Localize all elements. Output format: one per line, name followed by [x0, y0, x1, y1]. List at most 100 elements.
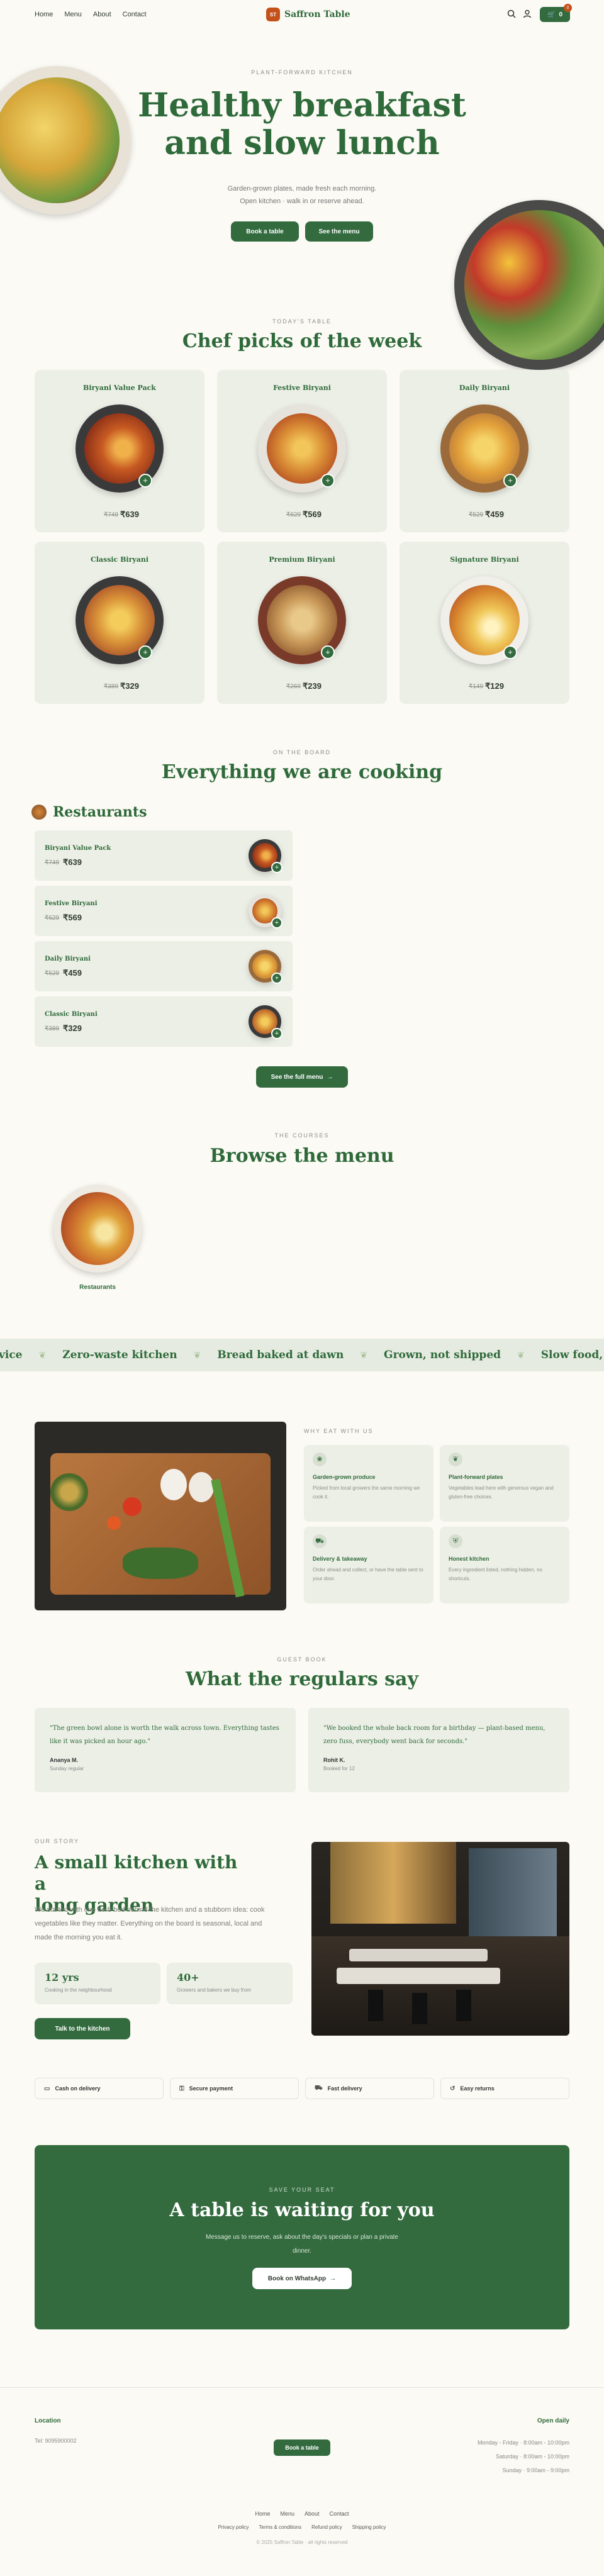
delivery-icon: ⛟ — [313, 1534, 327, 1548]
restaurants-thumb-icon — [31, 805, 47, 820]
cta-panel: SAVE YOUR SEAT A table is waiting for yo… — [35, 2145, 569, 2329]
brand[interactable]: ST Saffron Table — [266, 8, 350, 21]
marquee-item: Grown, not shipped — [384, 1349, 501, 1361]
footer-link-home[interactable]: Home — [255, 2511, 270, 2517]
footer-links: Home Menu About Contact — [0, 2511, 604, 2517]
board-item[interactable]: Festive Biryani ₹629 ₹569 + — [35, 886, 293, 936]
hero: PLANT-FORWARD KITCHEN Healthy breakfast … — [0, 31, 604, 370]
feature-title: Delivery & takeaway — [313, 1556, 367, 1562]
board-item-old-price: ₹529 — [45, 970, 60, 977]
nav-link-home[interactable]: Home — [35, 11, 53, 18]
add-to-cart-icon[interactable]: + — [271, 973, 282, 984]
feature-title: Honest kitchen — [449, 1556, 489, 1562]
board-item-old-price: ₹749 — [45, 859, 60, 866]
board-category: Restaurants — [31, 804, 147, 820]
pick-card[interactable]: Classic Biryani + ₹389 ₹329 — [35, 542, 204, 704]
feature-card: ⛟ Delivery & takeaway Order ahead and coll… — [304, 1527, 433, 1603]
footer-hours-saturday: Saturday · 8:00am - 10:00pm — [495, 2453, 569, 2460]
add-to-cart-icon[interactable]: + — [321, 645, 335, 659]
cart-count: 0 — [559, 11, 562, 18]
user-icon[interactable] — [523, 9, 532, 21]
brand-name: Saffron Table — [284, 9, 350, 20]
courses-eyebrow: THE COURSES — [274, 1132, 330, 1139]
leaf-icon: ❦ — [193, 1349, 201, 1360]
nav-link-about[interactable]: About — [93, 11, 111, 18]
add-to-cart-icon[interactable]: + — [503, 645, 517, 659]
add-to-cart-icon[interactable]: + — [321, 474, 335, 488]
marquee-item: vice — [0, 1349, 23, 1361]
nav-link-menu[interactable]: Menu — [64, 11, 82, 18]
nav-links: Home Menu About Contact — [35, 11, 147, 18]
marquee-strip: vice ❦ Zero-waste kitchen ❦ Bread baked at d… — [0, 1339, 604, 1371]
story-image — [311, 1842, 569, 2036]
board-item[interactable]: Biryani Value Pack ₹749 ₹639 + — [35, 830, 293, 881]
refund-policy-link[interactable]: Refund policy — [311, 2524, 342, 2530]
footer: Location Tel: 9095900002 Book a table Op… — [0, 2387, 604, 2576]
why-features: ❀ Garden-grown produce Picked from local g… — [304, 1445, 569, 1603]
pick-card[interactable]: Premium Biryani + ₹269 ₹239 — [217, 542, 387, 704]
why-eyebrow: WHY EAT WITH US — [304, 1428, 374, 1434]
whatsapp-label: Book on WhatsApp — [267, 2275, 327, 2282]
board-item-old-price: ₹389 — [45, 1025, 60, 1032]
leaf-icon: ❦ — [517, 1349, 525, 1360]
pick-card[interactable]: Festive Biryani + ₹629 ₹569 — [217, 370, 387, 532]
pick-card[interactable]: Daily Biryani + ₹529 ₹459 — [400, 370, 569, 532]
footer-hours-weekday: Monday - Friday · 8:00am - 10:00pm — [477, 2439, 569, 2446]
search-icon[interactable] — [507, 9, 516, 21]
feature-text: Order ahead and collect, or have the tab… — [313, 1567, 423, 1581]
hero-book-button[interactable]: Book a table — [231, 221, 299, 242]
courses-title: Browse the menu — [210, 1145, 394, 1167]
board-item-old-price: ₹629 — [45, 915, 60, 922]
pick-card[interactable]: Biryani Value Pack + ₹749 ₹639 — [35, 370, 204, 532]
feature-card: ❀ Garden-grown produce Picked from local g… — [304, 1445, 433, 1522]
guest-title: What the regulars say — [186, 1668, 418, 1690]
footer-book-button[interactable]: Book a table — [274, 2439, 330, 2456]
footer-location-title: Location — [35, 2417, 61, 2424]
story-title-line-1: A small kitchen with a — [35, 1852, 238, 1894]
full-menu-button[interactable]: See the full menu → — [256, 1066, 348, 1088]
truck-icon: ⛟ — [315, 2084, 323, 2092]
footer-link-contact[interactable]: Contact — [330, 2511, 349, 2517]
story-stat-growers: 40+ Growers and bakers we buy from — [167, 1963, 293, 2004]
perk-item: ⛟ Fast delivery — [305, 2078, 434, 2099]
talk-to-kitchen-button[interactable]: Talk to the kitchen — [35, 2018, 130, 2039]
pick-name: Festive Biryani — [273, 384, 331, 392]
leaf-icon: ❦ — [449, 1452, 462, 1466]
story-stat-years-value: 12 yrs — [45, 1971, 79, 1983]
feature-title: Plant-forward plates — [449, 1474, 503, 1480]
perk-label: Cash on delivery — [55, 2085, 101, 2092]
shipping-policy-link[interactable]: Shipping policy — [352, 2524, 386, 2530]
pick-old-price: ₹149 — [469, 683, 484, 690]
feature-title: Garden-grown produce — [313, 1474, 376, 1480]
add-to-cart-icon[interactable]: + — [138, 645, 152, 659]
story-stat-growers-label: Growers and bakers we buy from — [177, 1987, 251, 1993]
privacy-policy-link[interactable]: Privacy policy — [218, 2524, 249, 2530]
course-card-restaurants[interactable]: Restaurants — [50, 1185, 145, 1298]
board-list: Biryani Value Pack ₹749 ₹639 + Festive Birya… — [35, 830, 293, 1047]
board-item[interactable]: Daily Biryani ₹529 ₹459 + — [35, 941, 293, 991]
add-to-cart-icon[interactable]: + — [503, 474, 517, 488]
footer-link-menu[interactable]: Menu — [280, 2511, 294, 2517]
nav-link-contact[interactable]: Contact — [123, 11, 147, 18]
terms-link[interactable]: Terms & conditions — [259, 2524, 302, 2530]
add-to-cart-icon[interactable]: + — [271, 1028, 282, 1039]
pick-card[interactable]: Signature Biryani + ₹149 ₹129 — [400, 542, 569, 704]
review-quote: "The green bowl alone is worth the walk … — [50, 1725, 279, 1745]
footer-copyright: © 2025 Saffron Table · all rights reserv… — [256, 2540, 348, 2545]
leaf-icon: ❦ — [38, 1349, 47, 1360]
pick-price: ₹639 — [120, 510, 139, 519]
pick-old-price: ₹269 — [286, 683, 301, 690]
add-to-cart-icon[interactable]: + — [271, 917, 282, 928]
footer-link-about[interactable]: About — [305, 2511, 320, 2517]
add-to-cart-icon[interactable]: + — [271, 862, 282, 873]
footer-legal: Privacy policy Terms & conditions Refund… — [0, 2524, 604, 2530]
hero-menu-button[interactable]: See the menu — [305, 221, 373, 242]
cta-text-line-1: Message us to reserve, ask about the day… — [206, 2234, 398, 2241]
add-to-cart-icon[interactable]: + — [138, 474, 152, 488]
whatsapp-button[interactable]: Book on WhatsApp → — [252, 2268, 352, 2289]
hero-title-line-1: Healthy breakfast — [138, 86, 466, 125]
pick-name: Premium Biryani — [269, 555, 335, 564]
pick-old-price: ₹749 — [104, 511, 119, 518]
perk-label: Easy returns — [460, 2085, 495, 2092]
board-item[interactable]: Classic Biryani ₹389 ₹329 + — [35, 996, 293, 1047]
